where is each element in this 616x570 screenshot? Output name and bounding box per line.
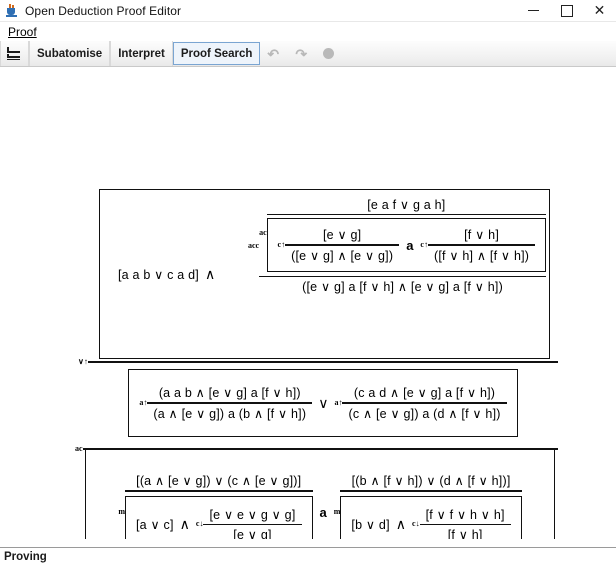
inner-left-rule-label: c↑ bbox=[277, 240, 286, 250]
block3-right-rule-label: m bbox=[333, 506, 341, 516]
block1-inner-left-inference[interactable]: c↑ [e ∨ g] ([e ∨ g] ∧ [e ∨ g]) bbox=[278, 225, 400, 264]
ac-rule-label-2: ac bbox=[75, 443, 83, 453]
block3-left-inference[interactable]: m [(a ∧ [e ∨ g]) ∨ (c ∧ [e ∨ g])] [a ∨ c… bbox=[118, 471, 313, 539]
java-coffee-cup-icon bbox=[5, 3, 19, 18]
inner-right-rule-label: c↑ bbox=[420, 240, 428, 250]
maximize-icon bbox=[560, 4, 573, 17]
or-up-rule-label: ∨↑ bbox=[78, 356, 88, 366]
menu-item-proof-label: Proof bbox=[8, 24, 37, 39]
ac-rule-label: ac bbox=[259, 228, 267, 238]
proof-search-button[interactable]: Proof Search bbox=[172, 42, 261, 65]
acc-rule-label: acc bbox=[248, 240, 260, 250]
inner-left-conclusion[interactable]: ([e ∨ g] ∧ [e ∨ g]) bbox=[285, 246, 399, 265]
block1-inner-connective: a bbox=[406, 237, 414, 253]
block2-left-conclusion[interactable]: (a ∧ [e ∨ g]) a (b ∧ [f ∨ h]) bbox=[147, 404, 312, 423]
block2-left-inference[interactable]: a↑ (a a b ∧ [e ∨ g] a [f ∨ h]) (a ∧ [e ∨… bbox=[139, 383, 313, 423]
undo-icon: ↶ bbox=[267, 45, 280, 62]
block3-right-premise[interactable]: [(b ∧ [f ∨ h]) ∨ (d ∧ [f ∨ h])] bbox=[340, 471, 521, 490]
block1-conclusion[interactable]: ([e ∨ g] a [f ∨ h] ∧ [e ∨ g] a [f ∨ h]) bbox=[259, 277, 546, 296]
block3-connective: a bbox=[319, 504, 327, 520]
proof-block-3-right-inner[interactable]: [b ∨ d] ∧ c↓ [f ∨ f ∨ h ∨ h] [f ∨ h] bbox=[340, 495, 522, 539]
undo-button[interactable]: ↶ bbox=[260, 41, 288, 66]
block2-connective: ∨ bbox=[318, 394, 329, 411]
inner-right-premise[interactable]: [f ∨ h] bbox=[428, 225, 535, 244]
redo-button[interactable]: ↷ bbox=[288, 41, 316, 66]
block3-left-rule-label: m bbox=[118, 506, 125, 516]
block3-right-inner-premise[interactable]: [f ∨ f ∨ h ∨ h] bbox=[420, 505, 511, 524]
block3-right-inner-connective: ∧ bbox=[395, 515, 407, 532]
proof-block-3-left-inner[interactable]: [a ∨ c] ∧ c↓ [e ∨ e ∨ g ∨ g] [e ∨ g] bbox=[124, 495, 313, 539]
subatomise-label: Subatomise bbox=[37, 47, 103, 60]
proof-tree-button[interactable] bbox=[0, 41, 29, 66]
separator-rule-1[interactable]: ∨↑ bbox=[78, 354, 558, 368]
proof-search-label: Proof Search bbox=[180, 47, 253, 60]
proof-block-1-inner[interactable]: c↑ [e ∨ g] ([e ∨ g] ∧ [e ∨ g]) a c↑ [f ∨… bbox=[266, 218, 546, 272]
block3-left-inner-formula[interactable]: [a ∨ c] bbox=[136, 517, 174, 532]
proof-block-2[interactable]: a↑ (a a b ∧ [e ∨ g] a [f ∨ h]) (a ∧ [e ∨… bbox=[128, 369, 518, 437]
proof-canvas[interactable]: [a a b ∨ c a d] ∧ acc ac [e a f ∨ g a h] bbox=[0, 67, 616, 539]
block1-left-formula[interactable]: [a a b ∨ c a d] bbox=[118, 267, 199, 282]
proof-tree-icon bbox=[7, 46, 22, 61]
menu-item-proof[interactable]: Proof bbox=[4, 24, 41, 40]
block2-left-rule-label: a↑ bbox=[139, 397, 148, 407]
block3-left-inner-inference[interactable]: c↓ [e ∨ e ∨ g ∨ g] [e ∨ g] bbox=[196, 505, 302, 539]
minimize-icon bbox=[528, 10, 539, 11]
block2-right-rule-label: a↑ bbox=[334, 397, 343, 407]
close-icon: ✕ bbox=[593, 2, 606, 18]
status-text: Proving bbox=[0, 548, 616, 570]
block1-inner-right-inference[interactable]: c↑ [f ∨ h] ([f ∨ h] ∧ [f ∨ h]) bbox=[420, 225, 536, 265]
block1-acc-inference[interactable]: acc ac [e a f ∨ g a h] c↑ [e ∨ g] ([e ∨ … bbox=[248, 195, 546, 296]
title-bar: Open Deduction Proof Editor ✕ bbox=[0, 0, 616, 22]
tool-bar: Subatomise Interpret Proof Search ↶ ↷ bbox=[0, 41, 616, 67]
block3-left-inner-premise[interactable]: [e ∨ e ∨ g ∨ g] bbox=[203, 505, 301, 524]
stop-button[interactable] bbox=[316, 41, 341, 66]
block1-connective: ∧ bbox=[204, 265, 216, 282]
block3-left-inner-connective: ∧ bbox=[179, 515, 190, 532]
block3-right-inner-inference[interactable]: c↓ [f ∨ f ∨ h ∨ h] [f ∨ h] bbox=[412, 505, 511, 539]
interpret-label: Interpret bbox=[118, 47, 165, 60]
block2-right-conclusion[interactable]: (c ∧ [e ∨ g]) a (d ∧ [f ∨ h]) bbox=[342, 404, 506, 423]
interpret-button[interactable]: Interpret bbox=[110, 41, 173, 66]
block3-left-inner-conclusion[interactable]: [e ∨ g] bbox=[203, 525, 301, 539]
block2-left-premise[interactable]: (a a b ∧ [e ∨ g] a [f ∨ h]) bbox=[147, 383, 312, 402]
block3-right-inner-conclusion[interactable]: [f ∨ h] bbox=[420, 525, 511, 539]
proof-block-3[interactable]: m [(a ∧ [e ∨ g]) ∨ (c ∧ [e ∨ g])] [a ∨ c… bbox=[85, 449, 555, 539]
subatomise-button[interactable]: Subatomise bbox=[29, 41, 111, 66]
block2-right-inference[interactable]: a↑ (c a d ∧ [e ∨ g] a [f ∨ h]) (c ∧ [e ∨… bbox=[334, 383, 507, 423]
redo-icon: ↷ bbox=[295, 45, 308, 62]
block3-right-inner-formula[interactable]: [b ∨ d] bbox=[351, 517, 389, 532]
close-button[interactable]: ✕ bbox=[583, 0, 616, 21]
minimize-button[interactable] bbox=[517, 0, 550, 21]
window-title: Open Deduction Proof Editor bbox=[25, 3, 182, 18]
proof-block-1[interactable]: [a a b ∨ c a d] ∧ acc ac [e a f ∨ g a h] bbox=[99, 189, 550, 359]
status-bar: Proving bbox=[0, 547, 616, 570]
menu-bar: Proof bbox=[0, 22, 616, 41]
inner-left-premise[interactable]: [e ∨ g] bbox=[285, 225, 399, 244]
block3-left-premise[interactable]: [(a ∧ [e ∨ g]) ∨ (c ∧ [e ∨ g])] bbox=[125, 471, 313, 490]
circle-icon bbox=[323, 48, 335, 59]
block3-right-inference[interactable]: m [(b ∧ [f ∨ h]) ∨ (d ∧ [f ∨ h])] [b ∨ d… bbox=[334, 471, 522, 539]
block3-right-inner-rule-label: c↓ bbox=[412, 519, 420, 529]
inner-right-conclusion[interactable]: ([f ∨ h] ∧ [f ∨ h]) bbox=[428, 246, 535, 265]
block1-top-formula[interactable]: [e a f ∨ g a h] bbox=[267, 195, 546, 214]
maximize-button[interactable] bbox=[550, 0, 583, 21]
block3-left-inner-rule-label: c↓ bbox=[195, 519, 204, 529]
block2-right-premise[interactable]: (c a d ∧ [e ∨ g] a [f ∨ h]) bbox=[342, 383, 506, 402]
window-controls: ✕ bbox=[517, 0, 616, 21]
